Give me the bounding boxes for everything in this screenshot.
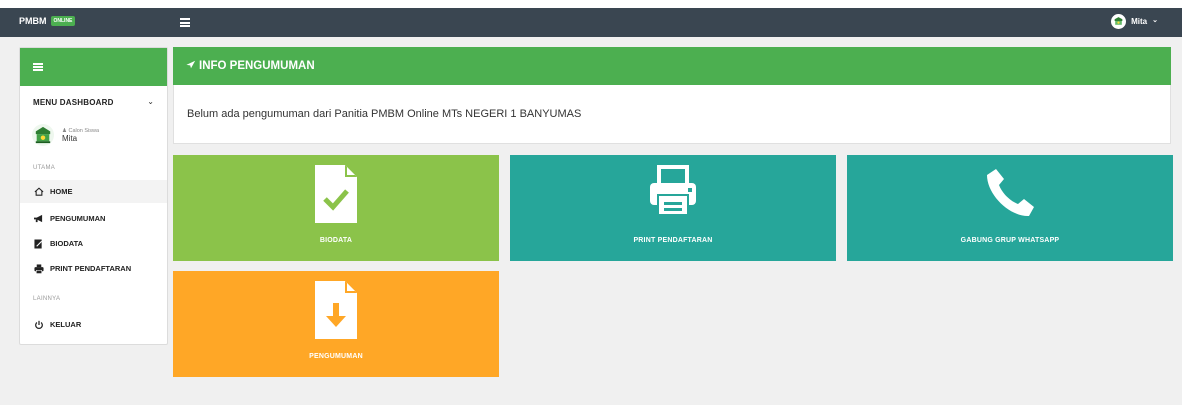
tile-print-pendaftaran[interactable]: PRINT PENDAFTARAN xyxy=(510,155,836,261)
info-title: INFO PENGUMUMAN xyxy=(199,60,315,72)
tile-pengumuman[interactable]: PENGUMUMAN xyxy=(173,271,499,377)
chevron-down-icon[interactable]: ⌄ xyxy=(147,97,154,106)
brand[interactable]: PMBM ONLINE xyxy=(19,16,76,26)
info-panel-header: INFO PENGUMUMAN xyxy=(173,47,1171,85)
menu-dashboard-title[interactable]: MENU DASHBOARD xyxy=(33,98,114,107)
sidebar-header xyxy=(20,48,167,86)
sidebar-item-keluar[interactable]: KELUAR xyxy=(20,313,167,336)
brand-name: PMBM xyxy=(19,16,47,26)
printer-icon xyxy=(648,165,698,222)
sidebar-item-label: HOME xyxy=(50,187,73,196)
file-download-icon xyxy=(315,281,357,344)
avatar xyxy=(1111,14,1127,29)
section-label-utama: UTAMA xyxy=(33,165,56,171)
list-icon[interactable] xyxy=(33,63,43,71)
sidebar: MENU DASHBOARD ⌄ ♟ Calon Siswa Mita UTAM… xyxy=(19,47,168,345)
home-icon xyxy=(33,186,44,197)
power-icon xyxy=(33,319,44,330)
avatar xyxy=(32,124,54,146)
file-check-icon xyxy=(315,165,357,228)
top-navbar: PMBM ONLINE Mita ⌄ xyxy=(0,8,1182,37)
tile-label: GABUNG GRUP WHATSAPP xyxy=(960,237,1060,244)
sidebar-item-print[interactable]: PRINT PENDAFTARAN xyxy=(20,257,167,280)
sidebar-item-pengumuman[interactable]: PENGUMUMAN xyxy=(20,207,167,230)
info-panel-body: Belum ada pengumuman dari Panitia PMBM O… xyxy=(173,85,1171,144)
user-name: Mita xyxy=(1131,17,1148,26)
sidebar-item-home[interactable]: HOME xyxy=(20,180,167,203)
info-message: Belum ada pengumuman dari Panitia PMBM O… xyxy=(187,108,582,120)
section-label-lainnya: LAINNYA xyxy=(33,296,61,302)
tile-label: PRINT PENDAFTARAN xyxy=(633,237,713,244)
profile-name: Mita xyxy=(62,133,78,143)
sidebar-item-label: BIODATA xyxy=(50,239,84,248)
tile-label: BIODATA xyxy=(319,237,353,244)
edit-icon xyxy=(33,238,44,249)
sidebar-item-label: KELUAR xyxy=(50,320,82,329)
profile-role: ♟ Calon Siswa xyxy=(62,128,99,134)
tile-biodata[interactable]: BIODATA xyxy=(173,155,499,261)
chevron-down-icon: ⌄ xyxy=(1152,17,1158,24)
profile-role-text: Calon Siswa xyxy=(68,127,100,134)
sidebar-item-label: PRINT PENDAFTARAN xyxy=(50,264,132,273)
menu-toggle-icon[interactable] xyxy=(180,18,190,27)
user-icon: ♟ xyxy=(62,127,67,134)
profile: ♟ Calon Siswa Mita xyxy=(32,124,99,146)
tile-label: PENGUMUMAN xyxy=(309,353,363,360)
tile-gabung-grup-whatsapp[interactable]: GABUNG GRUP WHATSAPP xyxy=(847,155,1173,261)
user-menu[interactable]: Mita ⌄ xyxy=(1111,14,1158,29)
phone-icon xyxy=(982,165,1038,226)
sidebar-item-biodata[interactable]: BIODATA xyxy=(20,232,167,255)
online-badge: ONLINE xyxy=(50,16,76,26)
megaphone-icon xyxy=(33,213,44,224)
sidebar-item-label: PENGUMUMAN xyxy=(50,214,106,223)
print-icon xyxy=(33,263,44,274)
send-icon xyxy=(186,60,196,72)
